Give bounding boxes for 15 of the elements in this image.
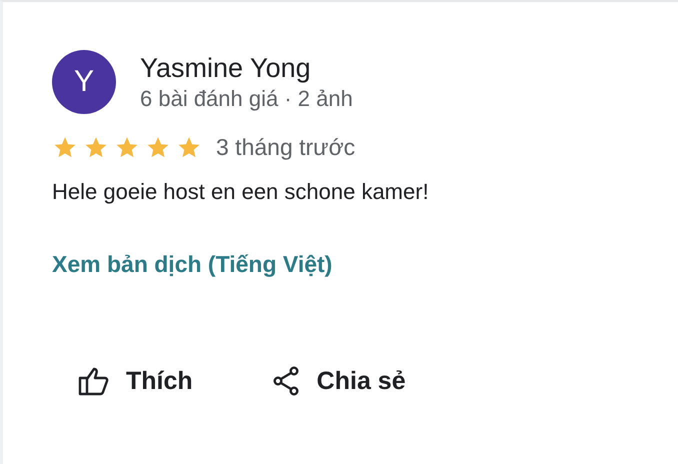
share-button[interactable]: Chia sẻ xyxy=(272,366,406,396)
author-name[interactable]: Yasmine Yong xyxy=(140,52,353,84)
review-time: 3 tháng trước xyxy=(216,134,356,161)
review-text: Hele goeie host en een schone kamer! xyxy=(52,179,430,205)
like-button[interactable]: Thích xyxy=(78,366,193,396)
star-icon xyxy=(176,135,202,160)
translate-link[interactable]: Xem bản dịch (Tiếng Việt) xyxy=(52,251,332,278)
author-meta: 6 bài đánh giá · 2 ảnh xyxy=(140,86,353,112)
star-icon xyxy=(52,135,78,160)
star-icon xyxy=(145,135,171,160)
avatar[interactable]: Y xyxy=(52,50,116,114)
share-icon xyxy=(272,366,301,396)
star-icon xyxy=(83,135,109,160)
star-icon xyxy=(114,135,140,160)
thumbs-up-icon xyxy=(78,366,110,396)
